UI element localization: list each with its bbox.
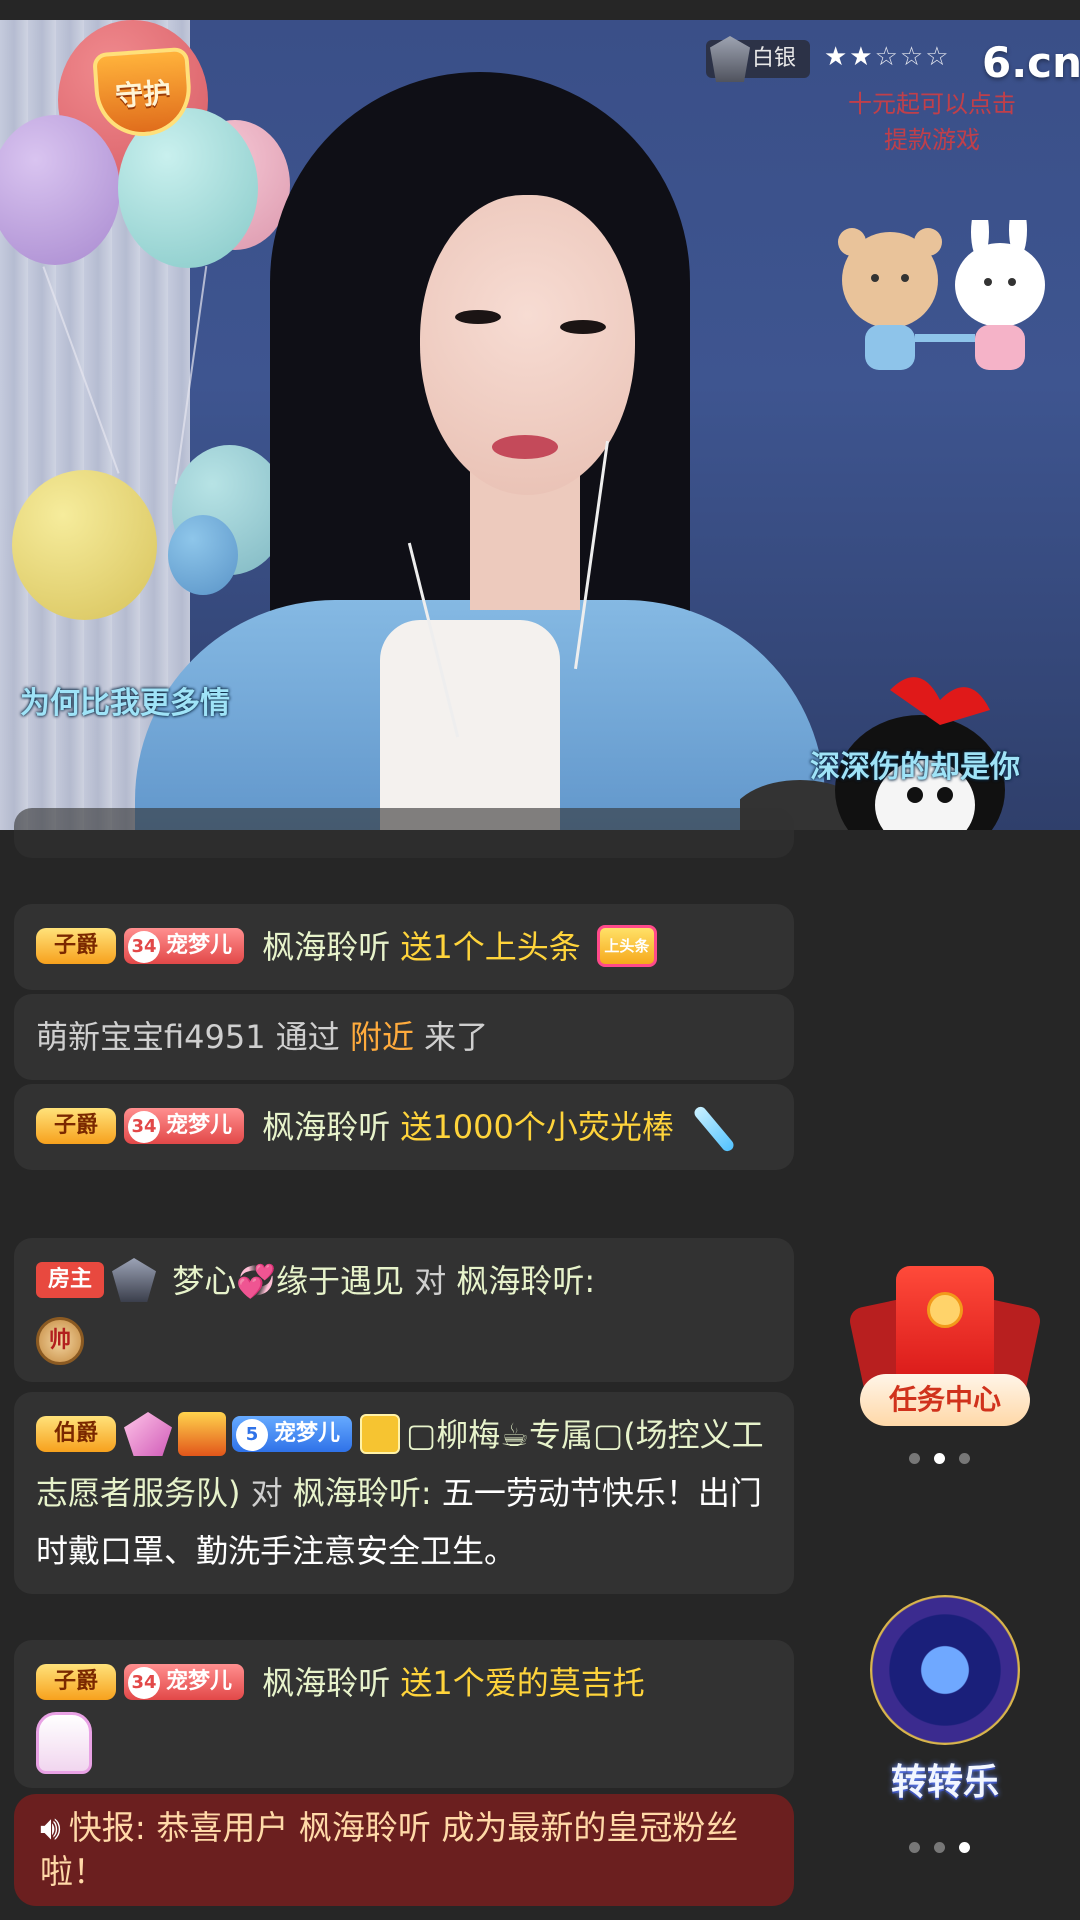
rank-badge: 伯爵 [36,1416,117,1452]
treasure-icon [178,1412,227,1456]
page-indicator [909,1453,970,1464]
gem-icon [124,1412,173,1456]
page-dot [934,1842,945,1853]
balloon [168,515,238,595]
fan-name: 宠梦儿 [166,1113,233,1138]
headline-gift-icon: 上头条 [596,925,657,967]
gift-text: 送1个爱的莫吉托 [400,1664,645,1702]
fan-name: 宠梦儿 [166,1669,233,1694]
coin-icon [927,1292,963,1328]
red-envelope-icon [896,1266,994,1386]
source-highlight: 附近 [349,1018,414,1056]
crystal-ball-icon [870,1595,1020,1745]
rank-badge: 子爵 [36,928,117,964]
streamer-eye [455,310,501,324]
page-indicator [909,1842,970,1853]
gift-text: 送1000个小荧光棒 [400,1108,674,1146]
task-center-label: 任务中心 [860,1374,1030,1426]
to-label: 对 [250,1474,283,1512]
task-center-button[interactable]: 任务中心 [847,1262,1043,1432]
chat-message[interactable]: 子爵 34 宠梦儿 枫海聆听 送1个爱的莫吉托 [14,1640,794,1788]
chess-emoji-icon: 帅 [36,1317,84,1365]
chat-message[interactable]: 萌新宝宝fi4951 通过 附近 来了 [14,994,794,1080]
mojito-gift-icon [36,1712,92,1774]
host-badge: 房主 [36,1262,105,1298]
chat-message[interactable]: 子爵 34 宠梦儿 枫海聆听 送1000个小荧光棒 [14,1084,794,1170]
chat-message[interactable]: 房主 梦心💞缘于遇见 对 枫海聆听: 帅 [14,1238,794,1382]
profile-icon [360,1414,401,1454]
speaker-icon: 🔊︎ [40,1808,61,1847]
lyric-left: 为何比我更多情 [20,686,230,721]
page-dot-active [959,1842,970,1853]
live-video[interactable]: 守护 白银 ★★☆☆☆ 6.cn 十元起可以点击提款游戏 为何比我更多情 深深伤… [0,20,1080,830]
level-badge[interactable]: 白银 [706,36,811,82]
rank-badge: 子爵 [36,1664,117,1700]
fan-badge: 5 宠梦儿 [232,1416,353,1452]
balloon [12,470,157,620]
username[interactable]: 枫海聆听 [262,1664,390,1702]
chat-message-partial [14,808,794,858]
fan-level: 34 [128,1667,161,1699]
stars-empty: ☆☆☆ [874,42,951,72]
fan-level: 34 [128,931,161,963]
fan-badge: 34 宠梦儿 [124,928,245,964]
to-label: 对 [414,1262,447,1300]
level-label: 白银 [752,46,797,71]
site-logo: 6.cn [982,38,1080,87]
page-dot [909,1453,920,1464]
streamer-eye [560,320,606,334]
shield-icon [710,36,750,82]
chat-message[interactable]: 伯爵 5 宠梦儿 ▢柳梅☕专属▢(场控义工志愿者服务队) 对 枫海聆听: 五一劳动节快… [14,1392,794,1594]
fan-badge: 34 宠梦儿 [124,1664,245,1700]
streamer-lips [492,435,558,459]
streamer-shirt [380,620,560,830]
rank-badge: 子爵 [36,1108,117,1144]
message-text: 通过 [275,1018,340,1056]
lucky-wheel-button[interactable]: 转转乐 [850,1585,1040,1815]
fan-level: 5 [236,1419,269,1451]
page-dot [909,1842,920,1853]
username[interactable]: 枫海聆听 [262,1108,390,1146]
chat-message[interactable]: 子爵 34 宠梦儿 枫海聆听 送1个上头条 上头条 [14,904,794,990]
star-rating: ★★☆☆☆ [824,42,951,72]
watermark: 十元起可以点击提款游戏 [848,90,1016,154]
gift-text: 送1个上头条 [400,928,581,966]
fan-level: 34 [128,1111,161,1143]
username[interactable]: 梦心💞缘于遇见 [172,1262,404,1300]
username[interactable]: 萌新宝宝fi4951 [36,1018,266,1056]
bear-rabbit-sticker [838,220,1045,370]
dark-shield-icon [112,1258,157,1302]
fan-badge: 34 宠梦儿 [124,1108,245,1144]
page-dot-active [934,1453,945,1464]
page-dot [959,1453,970,1464]
notice-text: 快报: 恭喜用户 枫海聆听 成为最新的皇冠粉丝啦！ [40,1808,739,1891]
stars-filled: ★★ [824,42,875,72]
fan-name: 宠梦儿 [274,1421,341,1446]
fan-name: 宠梦儿 [166,933,233,958]
flash-notice[interactable]: 🔊︎ 快报: 恭喜用户 枫海聆听 成为最新的皇冠粉丝啦！ [14,1794,794,1906]
lyric-right: 深深伤的却是你 [810,750,1020,785]
target-username[interactable]: 枫海聆听: [293,1474,432,1512]
username[interactable]: 枫海聆听 [262,928,390,966]
target-username[interactable]: 枫海聆听: [456,1262,595,1300]
message-text: 来了 [424,1018,489,1056]
lucky-wheel-label: 转转乐 [890,1762,999,1802]
glowstick-icon [692,1104,736,1154]
